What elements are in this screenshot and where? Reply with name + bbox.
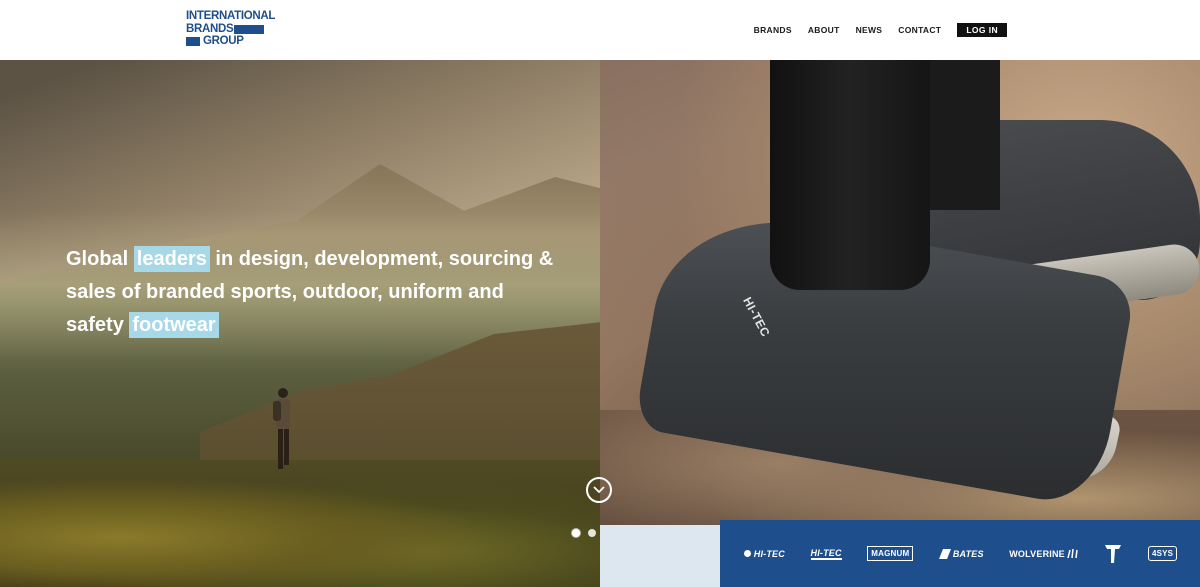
carousel-dot-1[interactable]: [572, 529, 580, 537]
hitec-mark-icon: [743, 550, 751, 557]
site-header: INTERNATIONAL BRANDS GROUP BRANDS ABOUT …: [0, 0, 1200, 60]
brand-logo-hitec-alt[interactable]: HI-TEC: [810, 548, 842, 560]
headline-highlight-footwear: footwear: [129, 312, 219, 338]
hero-image-shoe: HI-TEC: [600, 60, 1200, 587]
brand-logo-strip: HI-TEC HI-TEC MAGNUM BATES WOLVERINE 4SY…: [720, 520, 1200, 587]
scroll-down-button[interactable]: [586, 477, 612, 503]
nav-link-about[interactable]: ABOUT: [808, 25, 840, 35]
nav-link-contact[interactable]: CONTACT: [898, 25, 941, 35]
hiker-figure: [273, 388, 290, 469]
brand-logo-wolverine[interactable]: WOLVERINE: [1009, 548, 1079, 559]
nav-link-brands[interactable]: BRANDS: [754, 25, 792, 35]
chevron-down-icon: [593, 486, 605, 494]
interceptor-t-icon: [1105, 544, 1122, 563]
nav-link-news[interactable]: NEWS: [856, 25, 883, 35]
bates-mark-icon: [938, 548, 951, 559]
hero-headline: Global leaders in design, development, s…: [66, 246, 554, 338]
logo-line-2: BRANDS: [186, 23, 264, 36]
headline-highlight-leaders: leaders: [133, 246, 210, 272]
brand-logo-interceptor[interactable]: [1104, 543, 1122, 565]
sock-shape: [770, 60, 930, 290]
shrubs-shape: [0, 460, 600, 587]
logo-line-3: GROUP: [186, 35, 264, 48]
brand-logo-bates[interactable]: BATES: [938, 548, 984, 559]
brand-logo-hitec[interactable]: HI-TEC: [743, 549, 785, 559]
company-logo[interactable]: INTERNATIONAL BRANDS GROUP: [186, 10, 276, 50]
login-button[interactable]: LOG IN: [957, 23, 1007, 37]
accent-panel: [600, 525, 720, 587]
main-nav: BRANDS ABOUT NEWS CONTACT LOG IN: [754, 23, 1007, 37]
logo-line-1: INTERNATIONAL: [186, 10, 276, 22]
brand-logo-magnum[interactable]: MAGNUM: [867, 546, 914, 561]
carousel-dot-2[interactable]: [588, 529, 596, 537]
brand-logo-4sys[interactable]: 4SYS: [1147, 546, 1178, 561]
wolverine-claw-icon: [1067, 548, 1078, 558]
